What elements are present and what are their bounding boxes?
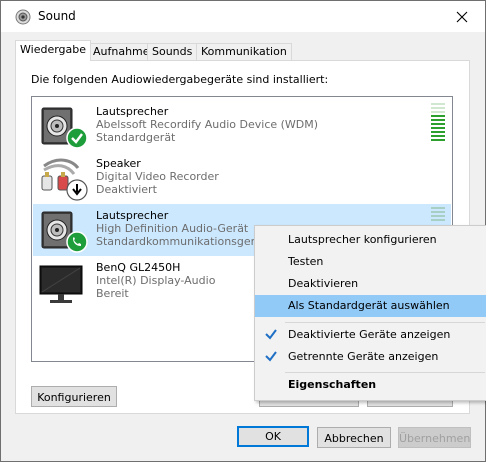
cancel-button[interactable]: Abbrechen: [317, 427, 391, 448]
device-status: Standardkommunikationsgerät: [96, 235, 267, 248]
configure-button[interactable]: Konfigurieren: [31, 386, 117, 407]
menu-item-label: Lautsprecher konfigurieren: [288, 233, 437, 246]
menu-item-label: Eigenschaften: [288, 378, 377, 391]
menu-item-properties[interactable]: Eigenschaften: [255, 374, 486, 396]
device-status: Deaktiviert: [96, 183, 157, 196]
tab-aufnahme[interactable]: Aufnahme: [88, 43, 155, 60]
default-check-icon: [66, 127, 88, 149]
device-description: Intel(R) Display-Audio: [96, 274, 216, 287]
menu-item-label: Als Standardgerät auswählen: [288, 299, 450, 312]
disabled-arrow-icon: [66, 179, 88, 201]
menu-item-set-default[interactable]: Als Standardgerät auswählen: [255, 295, 486, 317]
menu-item-disable[interactable]: Deaktivieren: [255, 273, 486, 295]
device-description: High Definition Audio-Gerät: [96, 222, 249, 235]
apply-button[interactable]: Übernehmen: [398, 427, 471, 448]
device-description: Abelssoft Recordify Audio Device (WDM): [96, 118, 319, 131]
level-meter: [431, 103, 445, 143]
menu-item-show-disabled[interactable]: Deaktivierte Geräte anzeigen: [255, 324, 486, 346]
close-icon: [456, 11, 468, 22]
title-bar: Sound: [1, 1, 485, 32]
level-meter: [431, 207, 445, 223]
menu-item-test[interactable]: Testen: [255, 251, 486, 273]
checkmark-icon: [265, 329, 277, 340]
device-item[interactable]: Lautsprecher Abelssoft Recordify Audio D…: [33, 100, 451, 152]
tab-kommunikation[interactable]: Kommunikation: [196, 43, 292, 60]
tab-wiedergabe[interactable]: Wiedergabe: [15, 40, 92, 61]
device-name: Speaker: [96, 157, 141, 170]
device-description: Digital Video Recorder: [96, 170, 219, 183]
window-title: Sound: [38, 9, 76, 23]
phone-icon: [66, 231, 88, 253]
device-status: Standardgerät: [96, 131, 176, 144]
checkmark-icon: [265, 351, 277, 362]
device-status: Bereit: [96, 287, 129, 300]
menu-item-label: Deaktivierte Geräte anzeigen: [288, 328, 451, 341]
menu-separator: [285, 322, 485, 323]
tab-sounds[interactable]: Sounds: [147, 43, 198, 60]
device-name: BenQ GL2450H: [96, 261, 181, 274]
device-item[interactable]: Speaker Digital Video Recorder Deaktivie…: [33, 152, 451, 204]
sound-icon: [15, 9, 31, 25]
menu-item-show-disconnected[interactable]: Getrennte Geräte anzeigen: [255, 346, 486, 368]
close-button[interactable]: [439, 1, 485, 32]
device-name: Lautsprecher: [96, 209, 169, 222]
menu-item-label: Getrennte Geräte anzeigen: [288, 350, 439, 363]
monitor-icon: [39, 265, 83, 303]
context-menu: Lautsprecher konfigurieren Testen Deakti…: [254, 225, 486, 401]
device-name: Lautsprecher: [96, 105, 169, 118]
menu-item-label: Testen: [288, 255, 324, 268]
menu-separator: [285, 372, 485, 373]
intro-text: Die folgenden Audiowiedergabegeräte sind…: [31, 73, 329, 86]
menu-item-label: Deaktivieren: [288, 277, 359, 290]
menu-item-configure[interactable]: Lautsprecher konfigurieren: [255, 229, 486, 251]
ok-button[interactable]: OK: [237, 426, 309, 447]
